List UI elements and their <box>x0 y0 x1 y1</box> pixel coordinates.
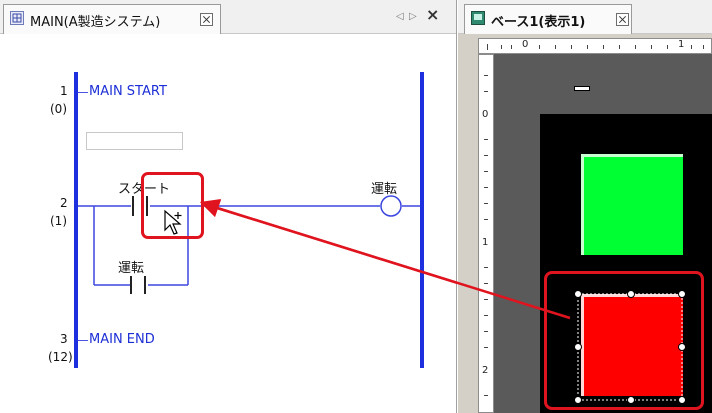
main-end-label: MAIN END <box>89 332 155 347</box>
mouse-cursor-icon <box>164 210 182 235</box>
screen-editor-pane: ベース1(表示1) 0 1 0 1 2 <box>458 0 712 413</box>
rung-wire <box>78 340 88 341</box>
contact-run[interactable] <box>128 274 150 296</box>
ladder-editor-pane: MAIN(A製造システム) ◁ ▷ × 1 (0) MAIN START 2 (… <box>0 0 457 413</box>
coil-run[interactable] <box>381 196 402 217</box>
rung-number: 3 <box>60 332 68 346</box>
coil-run-label: 運転 <box>371 182 398 197</box>
rung-step: (12) <box>48 350 73 364</box>
red-switch-selection-highlight[interactable] <box>544 271 704 410</box>
